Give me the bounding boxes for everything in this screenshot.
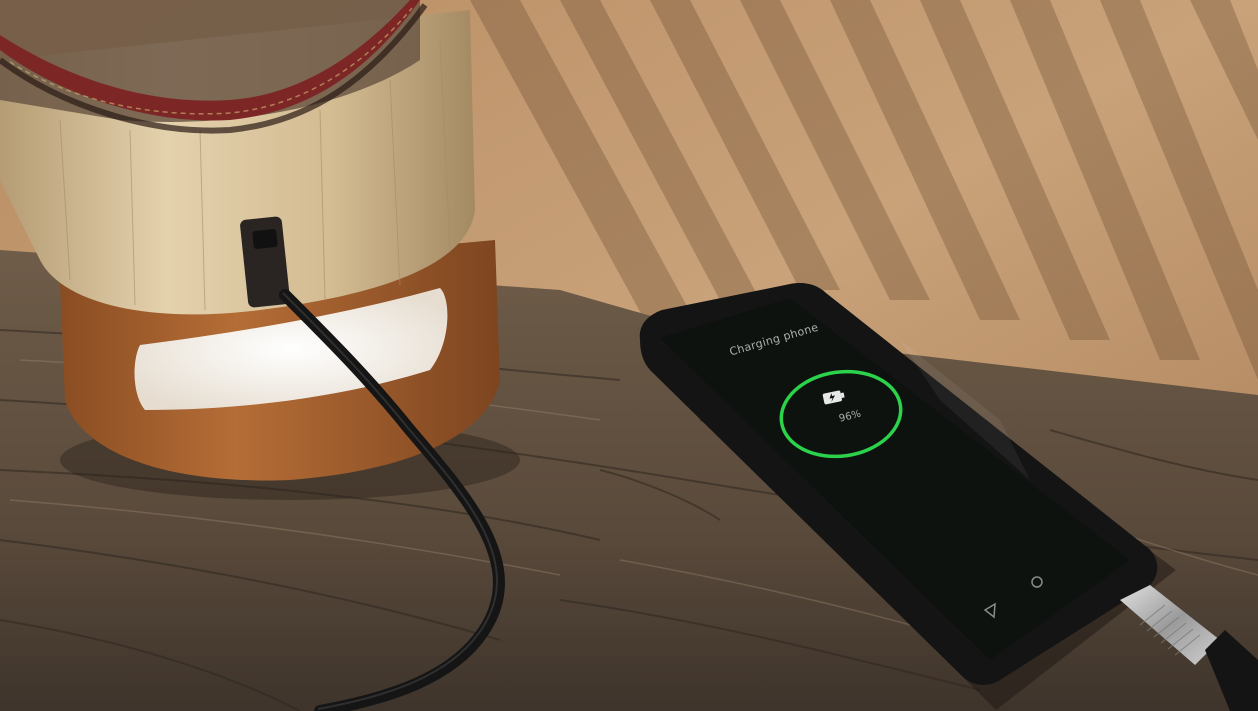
photo-scene: Charging phone 96% <box>0 0 1258 711</box>
photo-illustration <box>0 0 1258 711</box>
